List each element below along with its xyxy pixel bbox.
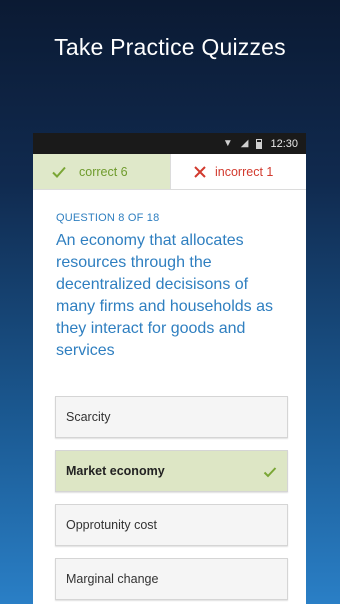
option-opportunity-cost[interactable]: Opprotunity cost [55,504,288,546]
score-row: correct 6 incorrect 1 [33,154,306,190]
correct-tab[interactable]: correct 6 [33,154,170,189]
correct-count-label: correct 6 [79,164,128,179]
option-label: Opprotunity cost [66,518,158,532]
check-icon [263,467,277,478]
promo-title: Take Practice Quizzes [54,34,286,60]
question-text: An economy that allocates resources thro… [56,232,273,359]
signal-icon: ◢ [240,138,249,149]
status-bar: ▼ ◢ 12:30 [33,133,306,154]
option-label: Scarcity [66,410,111,424]
option-marginal-change[interactable]: Marginal change [55,558,288,600]
incorrect-tab[interactable]: incorrect 1 [170,154,306,189]
question-number: QUESTION 8 OF 18 [56,212,160,224]
incorrect-count-label: incorrect 1 [215,164,274,179]
option-market-economy[interactable]: Market economy [55,450,288,492]
check-icon [52,166,66,178]
status-time: 12:30 [270,137,298,150]
battery-icon [256,138,263,149]
option-label: Marginal change [66,572,159,586]
option-scarcity[interactable]: Scarcity [55,396,288,438]
phone-screen: ▼ ◢ 12:30 correct 6 incorrect 1 QUESTION… [33,133,306,604]
close-icon [194,165,206,178]
answer-options: Scarcity Market economy Opprotunity cost… [55,396,288,604]
option-label: Market economy [66,464,165,478]
wifi-icon: ▼ [222,138,233,149]
